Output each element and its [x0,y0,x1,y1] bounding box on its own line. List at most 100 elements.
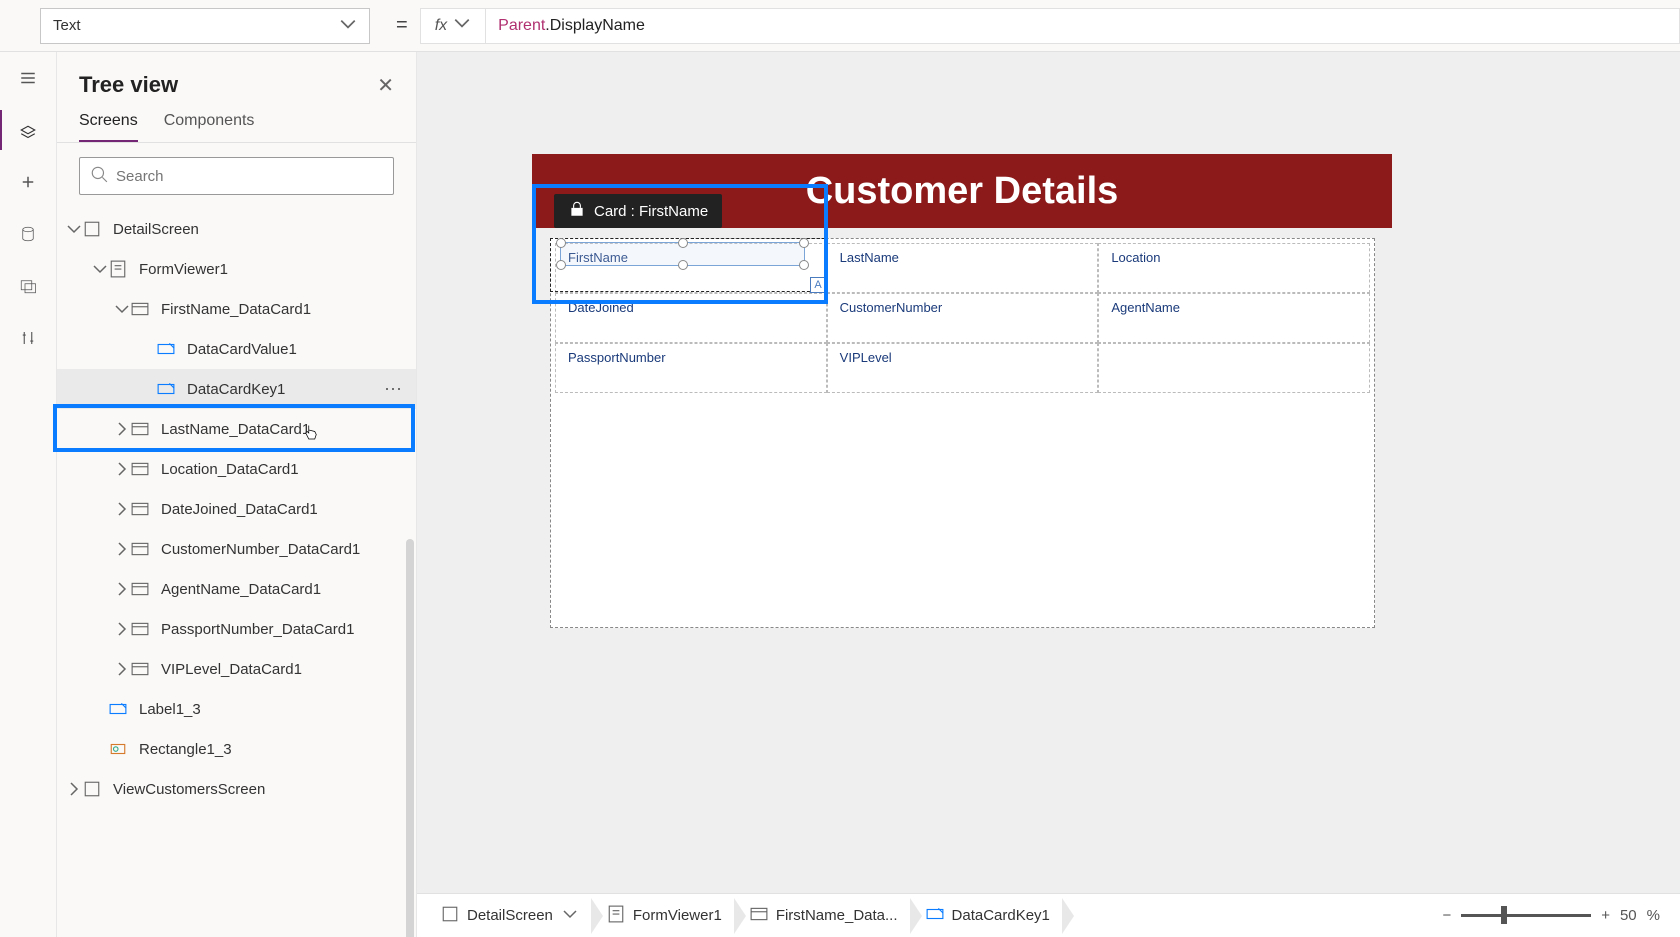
tree-item-label: DateJoined_DataCard1 [161,501,318,518]
zoom-out-button[interactable]: − [1442,907,1451,924]
tree-item-agentname-card[interactable]: AgentName_DataCard1 [57,569,416,609]
form-viewer[interactable]: FirstName LastName Location DateJoined C… [550,238,1375,628]
chevron-down-icon [453,14,471,37]
page-title: Customer Details [806,170,1119,213]
formula-input[interactable]: Parent.DisplayName [485,8,1680,44]
settings-icon[interactable] [16,326,40,350]
tree-item-rectangle1-3[interactable]: Rectangle1_3 [57,729,416,769]
label-icon [926,905,944,927]
selected-key-label[interactable] [560,242,805,266]
breadcrumb-label: FormViewer1 [633,907,722,924]
scrollbar[interactable] [406,539,414,937]
chevron-down-icon[interactable] [561,905,579,927]
tree-view-icon[interactable] [16,118,40,142]
rectangle-icon [109,740,131,758]
tree-item-datacardvalue[interactable]: DataCardValue1 [57,329,416,369]
chevron-right-icon[interactable] [65,780,83,798]
tree-item-passportnumber-card[interactable]: PassportNumber_DataCard1 [57,609,416,649]
label-icon [157,340,179,358]
formula-property: .DisplayName [545,17,645,35]
card-icon [131,620,153,638]
field-viplevel[interactable]: VIPLevel [827,343,1099,393]
breadcrumb-detailscreen[interactable]: DetailScreen [427,894,593,937]
tree-item-formviewer[interactable]: FormViewer1 [57,249,416,289]
chevron-right-icon[interactable] [113,580,131,598]
chevron-down-icon[interactable] [65,220,83,238]
form-icon [607,905,625,927]
screen-icon [441,905,459,927]
field-location[interactable]: Location [1098,243,1370,293]
card-icon [131,580,153,598]
chevron-down-icon [339,15,357,37]
tree-item-customernumber-card[interactable]: CustomerNumber_DataCard1 [57,529,416,569]
tree-item-label: DetailScreen [113,221,199,238]
field-lastname[interactable]: LastName [827,243,1099,293]
insert-icon[interactable] [16,170,40,194]
chevron-down-icon[interactable] [113,300,131,318]
tree-view-panel: Tree view ✕ Screens Components DetailScr… [57,52,417,937]
zoom-percent: % [1647,907,1660,924]
card-tooltip: Card : FirstName [554,194,722,228]
zoom-value: 50 [1620,907,1637,924]
card-icon [750,905,768,927]
label-icon [157,380,179,398]
field-passportnumber[interactable]: PassportNumber [555,343,827,393]
tree-item-label: VIPLevel_DataCard1 [161,661,302,678]
chevron-right-icon[interactable] [113,660,131,678]
search-input[interactable] [79,157,394,195]
more-icon[interactable]: ⋯ [384,379,404,400]
search-field[interactable] [116,168,383,185]
close-icon[interactable]: ✕ [377,73,394,98]
tree-item-lastname-card[interactable]: LastName_DataCard1 [57,409,416,449]
tree-view-title: Tree view [79,72,178,98]
card-icon [131,540,153,558]
tree-item-datacardkey[interactable]: DataCardKey1 ⋯ [57,369,416,409]
fx-icon: fx [435,17,447,35]
tree-item-location-card[interactable]: Location_DataCard1 [57,449,416,489]
tree-item-label: Location_DataCard1 [161,461,299,478]
zoom-slider[interactable] [1461,914,1591,917]
media-icon[interactable] [16,274,40,298]
label-icon [109,700,131,718]
fx-button[interactable]: fx [420,8,485,44]
card-icon [131,300,153,318]
tree-item-label: AgentName_DataCard1 [161,581,321,598]
tree-item-label: DataCardKey1 [187,381,285,398]
chevron-down-icon[interactable] [91,260,109,278]
card-icon [131,500,153,518]
chevron-right-icon[interactable] [113,420,131,438]
tooltip-text: Card : FirstName [594,203,708,220]
breadcrumb-datacardkey[interactable]: DataCardKey1 [912,894,1064,937]
tree-item-datejoined-card[interactable]: DateJoined_DataCard1 [57,489,416,529]
chevron-right-icon[interactable] [113,500,131,518]
hamburger-icon[interactable] [16,66,40,90]
tree-item-firstname-card[interactable]: FirstName_DataCard1 [57,289,416,329]
formula-bar: Text = fx Parent.DisplayName [0,0,1680,52]
chevron-right-icon[interactable] [113,540,131,558]
tree-item-detailscreen[interactable]: DetailScreen [57,209,416,249]
breadcrumb-label: DataCardKey1 [952,907,1050,924]
tree-item-viewcustomers[interactable]: ViewCustomersScreen [57,769,416,809]
property-selector[interactable]: Text [40,8,370,44]
tab-components[interactable]: Components [164,112,255,142]
tree-item-label1-3[interactable]: Label1_3 [57,689,416,729]
field-datejoined[interactable]: DateJoined [555,293,827,343]
zoom-in-button[interactable]: + [1601,907,1610,924]
form-icon [109,260,131,278]
screen-icon [83,780,105,798]
data-icon[interactable] [16,222,40,246]
breadcrumb-firstname-card[interactable]: FirstName_Data... [736,894,912,937]
chevron-right-icon[interactable] [113,620,131,638]
tree-item-label: PassportNumber_DataCard1 [161,621,354,638]
breadcrumb-formviewer[interactable]: FormViewer1 [593,894,736,937]
tree-item-label: FirstName_DataCard1 [161,301,311,318]
tab-screens[interactable]: Screens [79,112,138,142]
tree-item-viplevel-card[interactable]: VIPLevel_DataCard1 [57,649,416,689]
field-agentname[interactable]: AgentName [1098,293,1370,343]
tree-item-label: FormViewer1 [139,261,228,278]
zoom-controls: − + 50 % [1442,907,1670,924]
canvas-area[interactable]: Customer Details FirstName LastName Loca… [417,52,1680,937]
chevron-right-icon[interactable] [113,460,131,478]
screen-icon [83,220,105,238]
field-customernumber[interactable]: CustomerNumber [827,293,1099,343]
